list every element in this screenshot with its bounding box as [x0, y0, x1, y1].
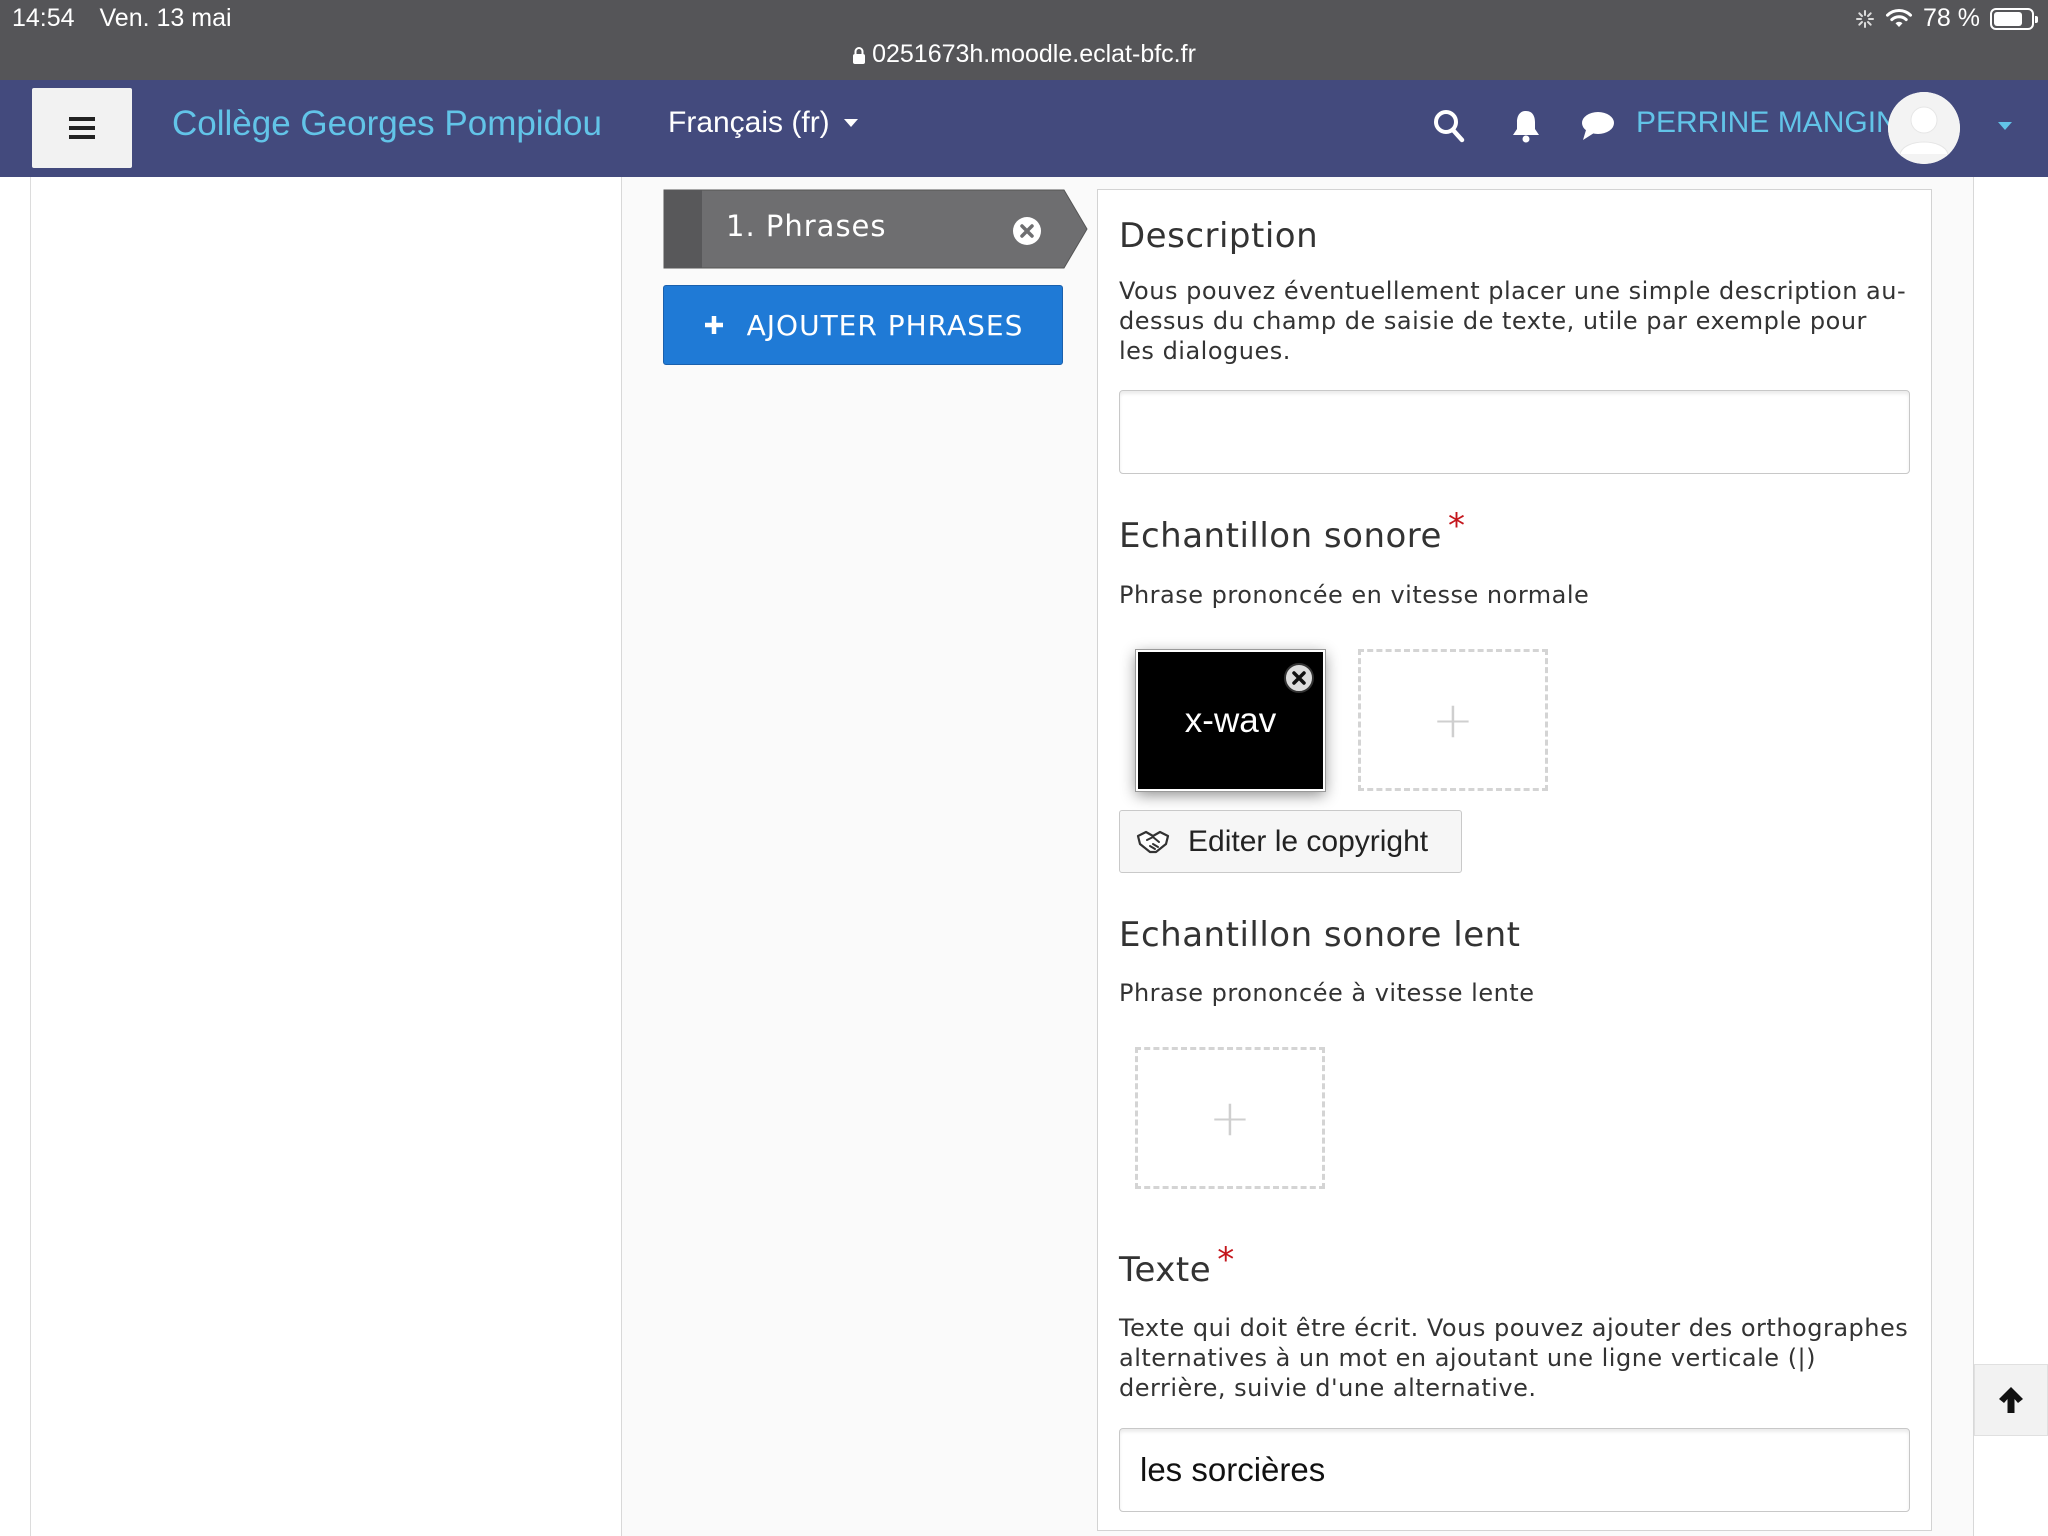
handshake-icon [1136, 830, 1170, 853]
menu-toggle-button[interactable] [32, 88, 132, 168]
plus-icon [704, 316, 723, 334]
edit-copyright-label: Editer le copyright [1188, 824, 1429, 858]
audio-help: Phrase prononcée en vitesse normale [1119, 581, 1590, 609]
text-input[interactable]: les sorcières [1119, 1428, 1910, 1512]
description-input[interactable] [1119, 390, 1910, 474]
audio-slow-add-file-dropzone[interactable]: + [1135, 1047, 1325, 1189]
site-name-link[interactable]: Collège Georges Pompidou [172, 104, 602, 144]
battery-fill [1994, 11, 2023, 26]
user-menu-name[interactable]: PERRINE MANGIN [1636, 106, 1898, 140]
wifi-icon [1886, 8, 1913, 27]
audio-heading-text: Echantillon sonore [1119, 516, 1442, 556]
language-label: Français (fr) [668, 106, 830, 139]
ios-status-bar: 14:54 Ven. 13 mai 78 % 0251673h.moodle.e… [0, 0, 2048, 80]
audio-slow-help: Phrase prononcée à vitesse lente [1119, 979, 1535, 1007]
menu-icon [69, 117, 95, 139]
top-navbar: Collège Georges Pompidou Français (fr) P… [0, 80, 2048, 177]
left-column-border [30, 177, 31, 1536]
text-heading: Texte * [1119, 1240, 1235, 1290]
status-time-date: 14:54 Ven. 13 mai [12, 4, 250, 33]
user-silhouette-icon [1888, 92, 1960, 164]
status-time: 14:54 [12, 4, 75, 32]
search-icon[interactable] [1432, 108, 1466, 144]
file-type-label: x-wav [1184, 700, 1277, 740]
audio-heading: Echantillon sonore * [1119, 506, 1465, 556]
user-menu-chevron-icon[interactable] [1998, 122, 2012, 130]
audio-file-thumbnail[interactable]: x-wav [1136, 650, 1325, 791]
language-menu[interactable]: Français (fr) [668, 106, 858, 140]
status-date: Ven. 13 mai [99, 4, 232, 32]
chevron-down-icon [843, 119, 858, 127]
remove-tab-icon[interactable] [1012, 216, 1042, 246]
add-phrases-label: AJOUTER PHRASES [746, 308, 1024, 342]
chat-icon[interactable] [1580, 110, 1616, 142]
text-help: Texte qui doit être écrit. Vous pouvez a… [1119, 1314, 1909, 1402]
status-indicators: 78 % [1855, 4, 2038, 33]
arrow-up-icon [1999, 1387, 2023, 1413]
url-text: 0251673h.moodle.eclat-bfc.fr [872, 40, 1196, 68]
audio-add-file-dropzone[interactable]: + [1358, 649, 1548, 791]
activity-spinner-icon [1856, 9, 1875, 28]
required-mark: * [1447, 506, 1466, 546]
remove-file-icon[interactable] [1283, 662, 1315, 694]
description-help: Vous pouvez éventuellement placer une si… [1119, 277, 1907, 365]
edit-copyright-button[interactable]: Editer le copyright [1119, 810, 1462, 873]
battery-icon [1990, 7, 2038, 30]
description-heading: Description [1119, 216, 1319, 256]
lock-icon [853, 47, 866, 64]
add-phrases-button[interactable]: AJOUTER PHRASES [663, 285, 1063, 365]
tab-phrases-label: 1. Phrases [726, 209, 887, 243]
audio-slow-heading: Echantillon sonore lent [1119, 915, 1521, 955]
required-mark: * [1217, 1240, 1235, 1280]
text-heading-text: Texte [1119, 1250, 1212, 1290]
battery-percent: 78 % [1923, 4, 1980, 32]
url-bar[interactable]: 0251673h.moodle.eclat-bfc.fr [0, 40, 2048, 69]
back-to-top-button[interactable] [1974, 1364, 2048, 1436]
user-avatar[interactable] [1888, 92, 1960, 164]
bell-icon[interactable] [1510, 108, 1542, 144]
